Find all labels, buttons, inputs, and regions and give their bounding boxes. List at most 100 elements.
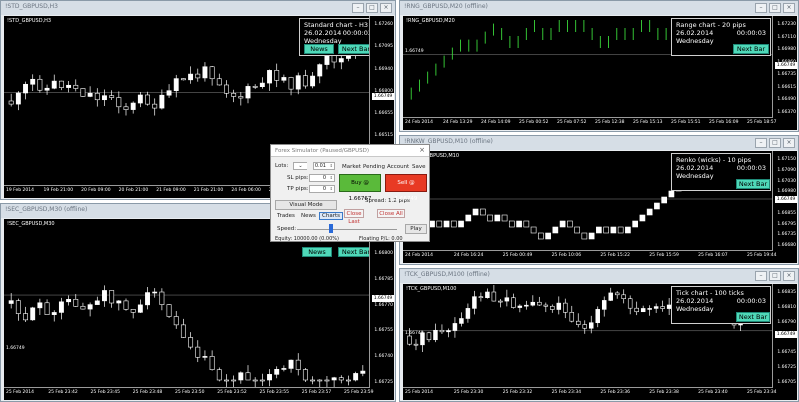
price-tick-label: 1.67150 — [777, 157, 796, 162]
candle-body — [267, 374, 272, 381]
candle-body — [252, 86, 258, 88]
floating-pl-text: Floating P/L: 0.00 — [359, 236, 403, 242]
tp-input[interactable]: 0 ⇕ — [309, 185, 335, 193]
seconds-chart-plot[interactable]: !SEC_GBPUSD,M30 1.66749 News Next Bar 1.… — [4, 219, 394, 400]
close-icon[interactable]: × — [419, 146, 425, 154]
candle-body — [173, 316, 179, 326]
candle-body — [231, 92, 237, 97]
minimize-icon[interactable]: – — [755, 271, 767, 281]
close-icon[interactable]: × — [380, 3, 392, 13]
close-icon[interactable]: × — [783, 271, 795, 281]
time-tick-label: 21 Feb 21:00 — [193, 188, 224, 193]
next-bar-button[interactable]: Next Bar — [736, 312, 770, 322]
info-chart-type: Tick chart - 100 ticks — [676, 289, 744, 297]
close-icon[interactable]: × — [783, 138, 795, 148]
next-bar-button[interactable]: Next Bar — [733, 44, 769, 54]
news-button[interactable]: News — [302, 247, 332, 257]
renko-chart-titlebar[interactable]: !RNKW_GBPUSD,M10 (offline) – □ × — [400, 136, 798, 150]
maximize-icon[interactable]: □ — [769, 138, 781, 148]
candle-body — [608, 292, 613, 301]
price-tick-label: 1.66655 — [374, 111, 393, 117]
range-chart-plot[interactable]: !RNG_GBPUSD,M20 1.66749 Range chart - 20… — [403, 16, 797, 130]
maximize-icon[interactable]: □ — [769, 271, 781, 281]
minimize-icon[interactable]: – — [755, 3, 767, 13]
candle-body — [180, 78, 186, 81]
tick-chart-window[interactable]: !TCK_GBPUSD,M100 (offline) – □ × !TCK_GBPU… — [399, 268, 799, 402]
renko-brick — [567, 220, 573, 228]
dialog-titlebar[interactable]: Forex Simulator (Paused/GBPUSD) × — [271, 145, 429, 157]
tab-account[interactable]: Account — [387, 164, 409, 170]
renko-brick — [545, 232, 551, 240]
renko-brick — [443, 220, 450, 228]
window-title: !SEC_GBPUSD,M30 (offline) — [5, 206, 88, 213]
tab-save[interactable]: Save — [412, 164, 426, 170]
candle-body — [245, 372, 251, 381]
time-tick-label: 25 Feb 23:57 — [301, 390, 332, 395]
spinner-icon[interactable]: ⇕ — [330, 186, 333, 192]
speed-slider-thumb[interactable] — [329, 224, 333, 233]
buy-button[interactable]: Buy @ 1.66767 — [339, 174, 381, 202]
candle-body — [166, 90, 172, 96]
close-last-button[interactable]: Close Last — [344, 209, 364, 225]
current-price-tag: 1.66749 — [775, 330, 797, 338]
tab-pending[interactable]: Pending — [363, 164, 385, 170]
candle-body — [576, 320, 581, 325]
candle-body — [621, 294, 626, 299]
candle-body — [281, 368, 287, 370]
next-bar-button[interactable]: Next Bar — [736, 179, 770, 189]
candle-body — [173, 78, 179, 91]
speed-slider-track[interactable] — [297, 229, 397, 230]
minimize-icon[interactable]: – — [352, 3, 364, 13]
candle-body — [550, 305, 555, 310]
maximize-icon[interactable]: □ — [769, 3, 781, 13]
candle-body — [640, 308, 646, 313]
renko-brick — [596, 226, 602, 234]
tick-chart-titlebar[interactable]: !TCK_GBPUSD,M100 (offline) – □ × — [400, 269, 798, 283]
maximize-icon[interactable]: □ — [366, 3, 378, 13]
price-tick-label: 1.66790 — [777, 320, 796, 325]
current-price-tag: 1.66749 — [372, 295, 394, 303]
visual-mode-button[interactable]: Visual Mode — [275, 200, 337, 210]
tab-trades[interactable]: Trades — [277, 213, 295, 219]
candle-body — [446, 330, 451, 333]
chart-symbol: !TCK_GBPUSD,M100 — [406, 286, 457, 292]
window-title: !STD_GBPUSD,H3 — [5, 3, 58, 10]
sl-input[interactable]: 0 ⇕ — [309, 174, 335, 182]
spinner-icon[interactable]: ⇕ — [330, 163, 333, 169]
current-price-label: 1.66749 — [405, 331, 424, 336]
renko-brick — [588, 232, 595, 240]
range-chart-titlebar[interactable]: !RNG_GBPUSD,M20 (offline) – □ × — [400, 1, 798, 15]
tab-charts[interactable]: Charts — [319, 212, 343, 220]
minimize-icon[interactable]: – — [755, 138, 767, 148]
chart-symbol: !STD_GBPUSD,H3 — [7, 18, 52, 24]
tab-news[interactable]: News — [301, 213, 316, 219]
time-tick-label: 25 Feb 23:59 — [344, 390, 374, 395]
candle-body — [87, 92, 93, 97]
sell-button[interactable]: Sell @ 1.66749 — [385, 174, 427, 202]
time-axis: 24 Feb 2014 24 Feb 16:24 25 Feb 00:49 25 Fe… — [403, 250, 777, 263]
lots-dropdown[interactable]: ⌄ — [293, 162, 307, 170]
candle-body — [601, 300, 607, 310]
time-tick-label: 25 Feb 23:52 — [217, 390, 247, 395]
candle-body — [338, 58, 344, 63]
play-button[interactable]: Play — [405, 224, 427, 234]
lots-input[interactable]: 0.01 ⇕ — [313, 162, 335, 170]
news-button[interactable]: News — [304, 44, 334, 54]
renko-brick — [603, 226, 609, 234]
time-tick-label: 25 Feb 23:40 — [698, 390, 728, 395]
range-chart-window[interactable]: !RNG_GBPUSD,M20 (offline) – □ × !RNG_GBPUS… — [399, 0, 799, 132]
standard-chart-titlebar[interactable]: !STD_GBPUSD,H3 – □ × — [1, 1, 395, 15]
price-tick-label: 1.67030 — [777, 178, 796, 184]
renko-brick — [487, 214, 493, 222]
renko-chart-window[interactable]: !RNKW_GBPUSD,M10 (offline) – □ × !RNKW_GBP… — [399, 135, 799, 265]
tick-chart-plot[interactable]: !TCK_GBPUSD,M100 1.66749 Tick chart - 10… — [403, 284, 797, 400]
close-all-button[interactable]: Close All — [377, 209, 405, 218]
close-icon[interactable]: × — [783, 3, 795, 13]
candle-body — [274, 369, 280, 375]
candle-body — [80, 306, 86, 310]
candle-body — [245, 86, 251, 99]
tab-market[interactable]: Market — [342, 164, 361, 170]
time-tick-label: 25 Feb 15:22 — [600, 253, 630, 258]
spinner-icon[interactable]: ⇕ — [330, 175, 333, 181]
renko-chart-plot[interactable]: !RNKW_GBPUSD,M10 Renko (wicks) - 10 pips… — [403, 151, 797, 263]
